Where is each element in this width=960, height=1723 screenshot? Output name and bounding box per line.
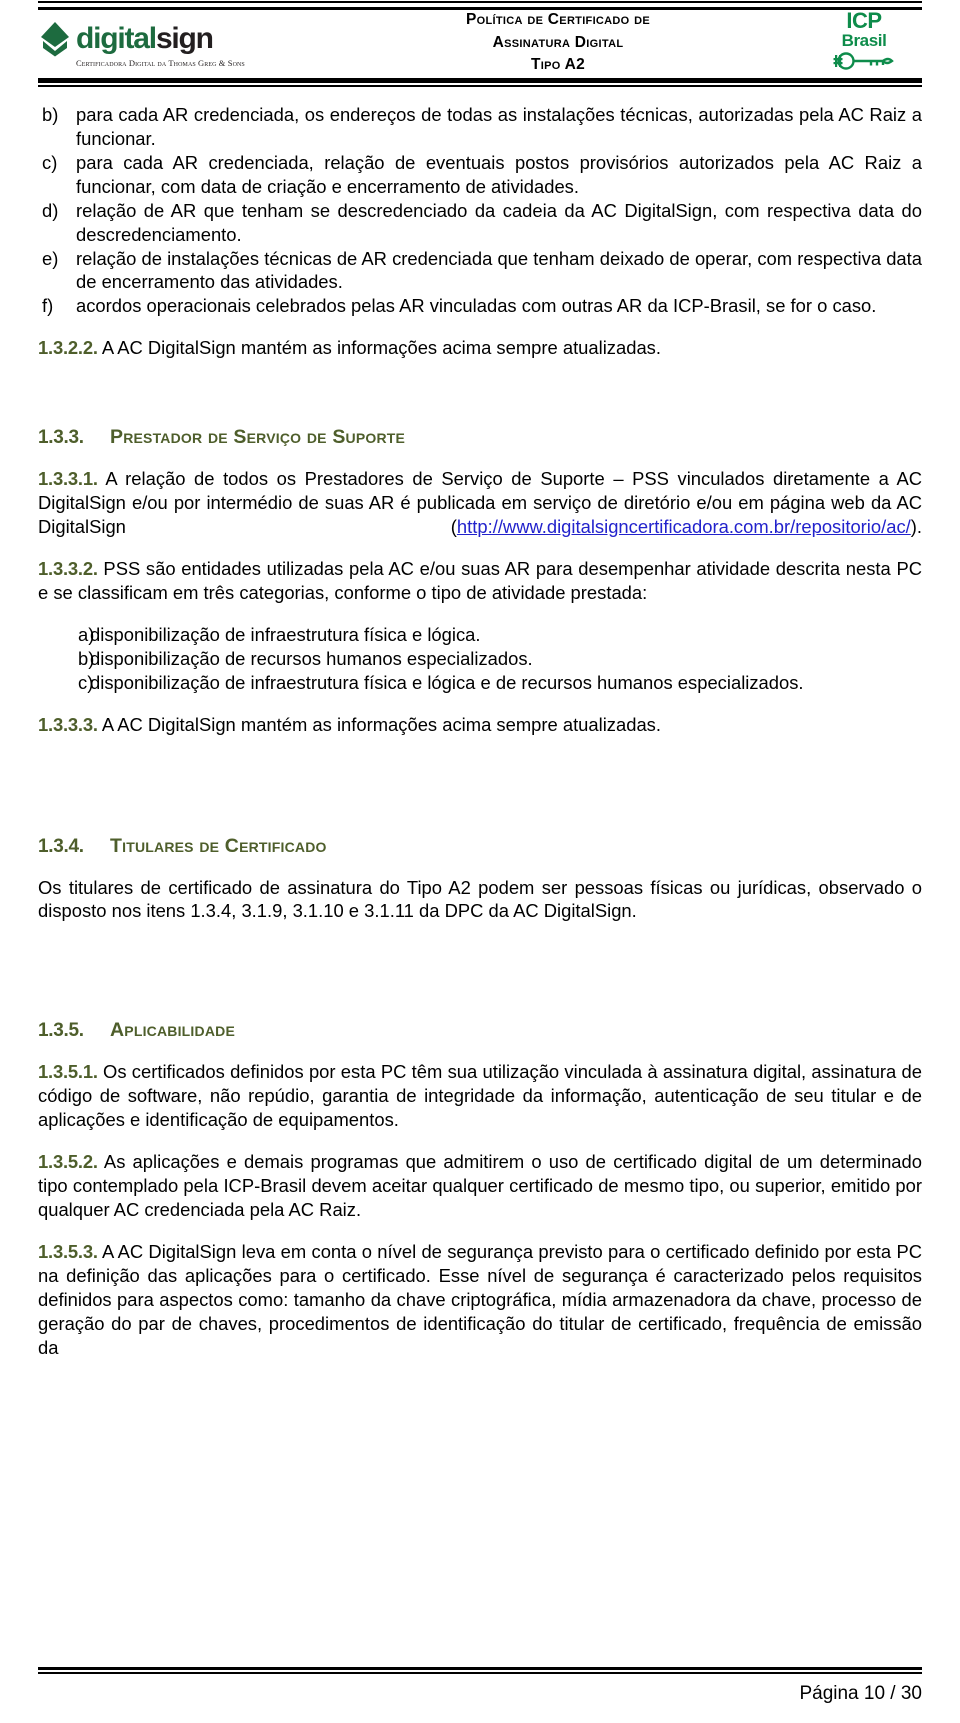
icp-logo-line2: Brasil: [841, 30, 887, 50]
heading-title: Prestador de Serviço de Suporte: [110, 426, 406, 449]
heading-1-3-4: 1.3.4. Titulares de Certificado: [38, 835, 922, 858]
shield-chevron-icon: [40, 21, 70, 57]
list-item-text: acordos operacionais celebrados pelas AR…: [76, 295, 877, 317]
digitalsign-logo: digitalsign Certificadora Digital da Tho…: [38, 21, 300, 68]
paragraph-text: As aplicações e demais programas que adm…: [38, 1151, 922, 1220]
section-number: 1.3.5.3.: [38, 1240, 98, 1262]
section-number: 1.3.3.1.: [38, 468, 98, 490]
paragraph-text: A AC DigitalSign leva em conta o nível d…: [38, 1240, 922, 1358]
logo-tagline: Certificadora Digital da Thomas Greg & S…: [76, 57, 245, 68]
paragraph-1-3-3-2: 1.3.3.2. PSS são entidades utilizadas pe…: [38, 557, 922, 605]
document-page: digitalsign Certificadora Digital da Tho…: [0, 0, 960, 1723]
page-header: digitalsign Certificadora Digital da Tho…: [38, 1, 922, 87]
document-title-line1: Política de Certificado de: [465, 10, 651, 28]
list-item-marker: a): [78, 623, 95, 645]
document-title-line2: Assinatura Digital: [492, 33, 624, 51]
paragraph-1-3-2-2: 1.3.2.2. A AC DigitalSign mantém as info…: [38, 336, 922, 360]
list-item: e) relação de instalações técnicas de AR…: [38, 247, 922, 295]
list-item-marker: d): [42, 199, 59, 221]
document-title-line3: Tipo A2: [530, 56, 586, 74]
paragraph-1-3-5-1: 1.3.5.1. Os certificados definidos por e…: [38, 1060, 922, 1132]
list-item-text: disponibilização de infraestrutura físic…: [90, 623, 481, 645]
list-item-marker: b): [42, 104, 59, 125]
paragraph-1-3-3-1: 1.3.3.1. A relação de todos os Prestador…: [38, 467, 922, 539]
heading-1-3-3: 1.3.3. Prestador de Serviço de Suporte: [38, 426, 922, 449]
heading-number: 1.3.5.: [38, 1020, 84, 1042]
list-item-text: para cada AR credenciada, os endereços d…: [76, 104, 922, 149]
list-ar-requirements: b) para cada AR credenciada, os endereço…: [38, 103, 922, 318]
header-top-rule: [38, 1, 922, 3]
paragraph-text: PSS são entidades utilizadas pela AC e/o…: [38, 557, 922, 603]
section-number: 1.3.5.1.: [38, 1061, 98, 1083]
section-number: 1.3.3.2.: [38, 557, 98, 579]
list-item: b) para cada AR credenciada, os endereço…: [38, 103, 922, 151]
list-item-text: relação de AR que tenham se descredencia…: [76, 199, 922, 245]
list-item: d) relação de AR que tenham se descreden…: [38, 199, 922, 247]
section-number: 1.3.3.3.: [38, 713, 98, 735]
list-item-marker: c): [78, 671, 94, 693]
paragraph-1-3-5-2: 1.3.5.2. As aplicações e demais programa…: [38, 1150, 922, 1222]
heading-number: 1.3.3.: [38, 427, 84, 449]
list-item-text: disponibilização de infraestrutura físic…: [90, 671, 804, 693]
page-footer: Página 10 / 30: [38, 1667, 922, 1705]
list-pss-categories: a) disponibilização de infraestrutura fí…: [38, 623, 922, 695]
heading-number: 1.3.4.: [38, 835, 84, 857]
list-item-text: para cada AR credenciada, relação de eve…: [76, 151, 922, 197]
section-number: 1.3.2.2.: [38, 337, 98, 359]
logo-text-digital: digital: [76, 21, 157, 55]
header-bottom-rule: [38, 85, 922, 87]
list-item-marker: f): [42, 295, 54, 317]
page-number: Página 10 / 30: [799, 1683, 922, 1704]
heading-title: Titulares de Certificado: [110, 834, 327, 857]
list-item-text: disponibilização de recursos humanos esp…: [90, 647, 533, 669]
heading-1-3-5: 1.3.5. Aplicabilidade: [38, 1019, 922, 1042]
list-item: b) disponibilização de recursos humanos …: [38, 647, 922, 671]
list-item: c) para cada AR credenciada, relação de …: [38, 151, 922, 199]
footer-rule-top: [38, 1667, 922, 1670]
paragraph-1-3-5-3: 1.3.5.3. A AC DigitalSign leva em conta …: [38, 1240, 922, 1360]
document-title: Política de Certificado de Assinatura Di…: [300, 9, 816, 80]
section-number: 1.3.5.2.: [38, 1151, 98, 1173]
page-content: b) para cada AR credenciada, os endereço…: [38, 83, 922, 1360]
icp-brasil-logo: ICP Brasil: [816, 8, 922, 77]
heading-title: Aplicabilidade: [110, 1019, 235, 1042]
paragraph-text: Os certificados definidos por esta PC tê…: [38, 1061, 922, 1131]
paragraph-text-after-link: ).: [910, 516, 922, 538]
paragraph-text: A AC DigitalSign mantém as informações a…: [97, 337, 661, 359]
paragraph-text: A AC DigitalSign mantém as informações a…: [97, 713, 661, 735]
list-item: a) disponibilização de infraestrutura fí…: [38, 623, 922, 647]
list-item-text: relação de instalações técnicas de AR cr…: [76, 247, 922, 293]
key-icon: [833, 50, 895, 77]
list-item: f) acordos operacionais celebrados pelas…: [38, 294, 922, 318]
paragraph-1-3-4: Os titulares de certificado de assinatur…: [38, 876, 922, 922]
list-item: c) disponibilização de infraestrutura fí…: [38, 671, 922, 695]
list-item-marker: c): [42, 151, 58, 173]
icp-logo-line1: ICP: [846, 8, 882, 34]
list-item-marker: e): [42, 247, 59, 269]
repository-url-link[interactable]: http://www.digitalsigncertificadora.com.…: [457, 516, 911, 537]
logo-text-sign: sign: [155, 21, 214, 55]
list-item-marker: b): [78, 647, 95, 669]
paragraph-1-3-3-3: 1.3.3.3. A AC DigitalSign mantém as info…: [38, 713, 922, 737]
